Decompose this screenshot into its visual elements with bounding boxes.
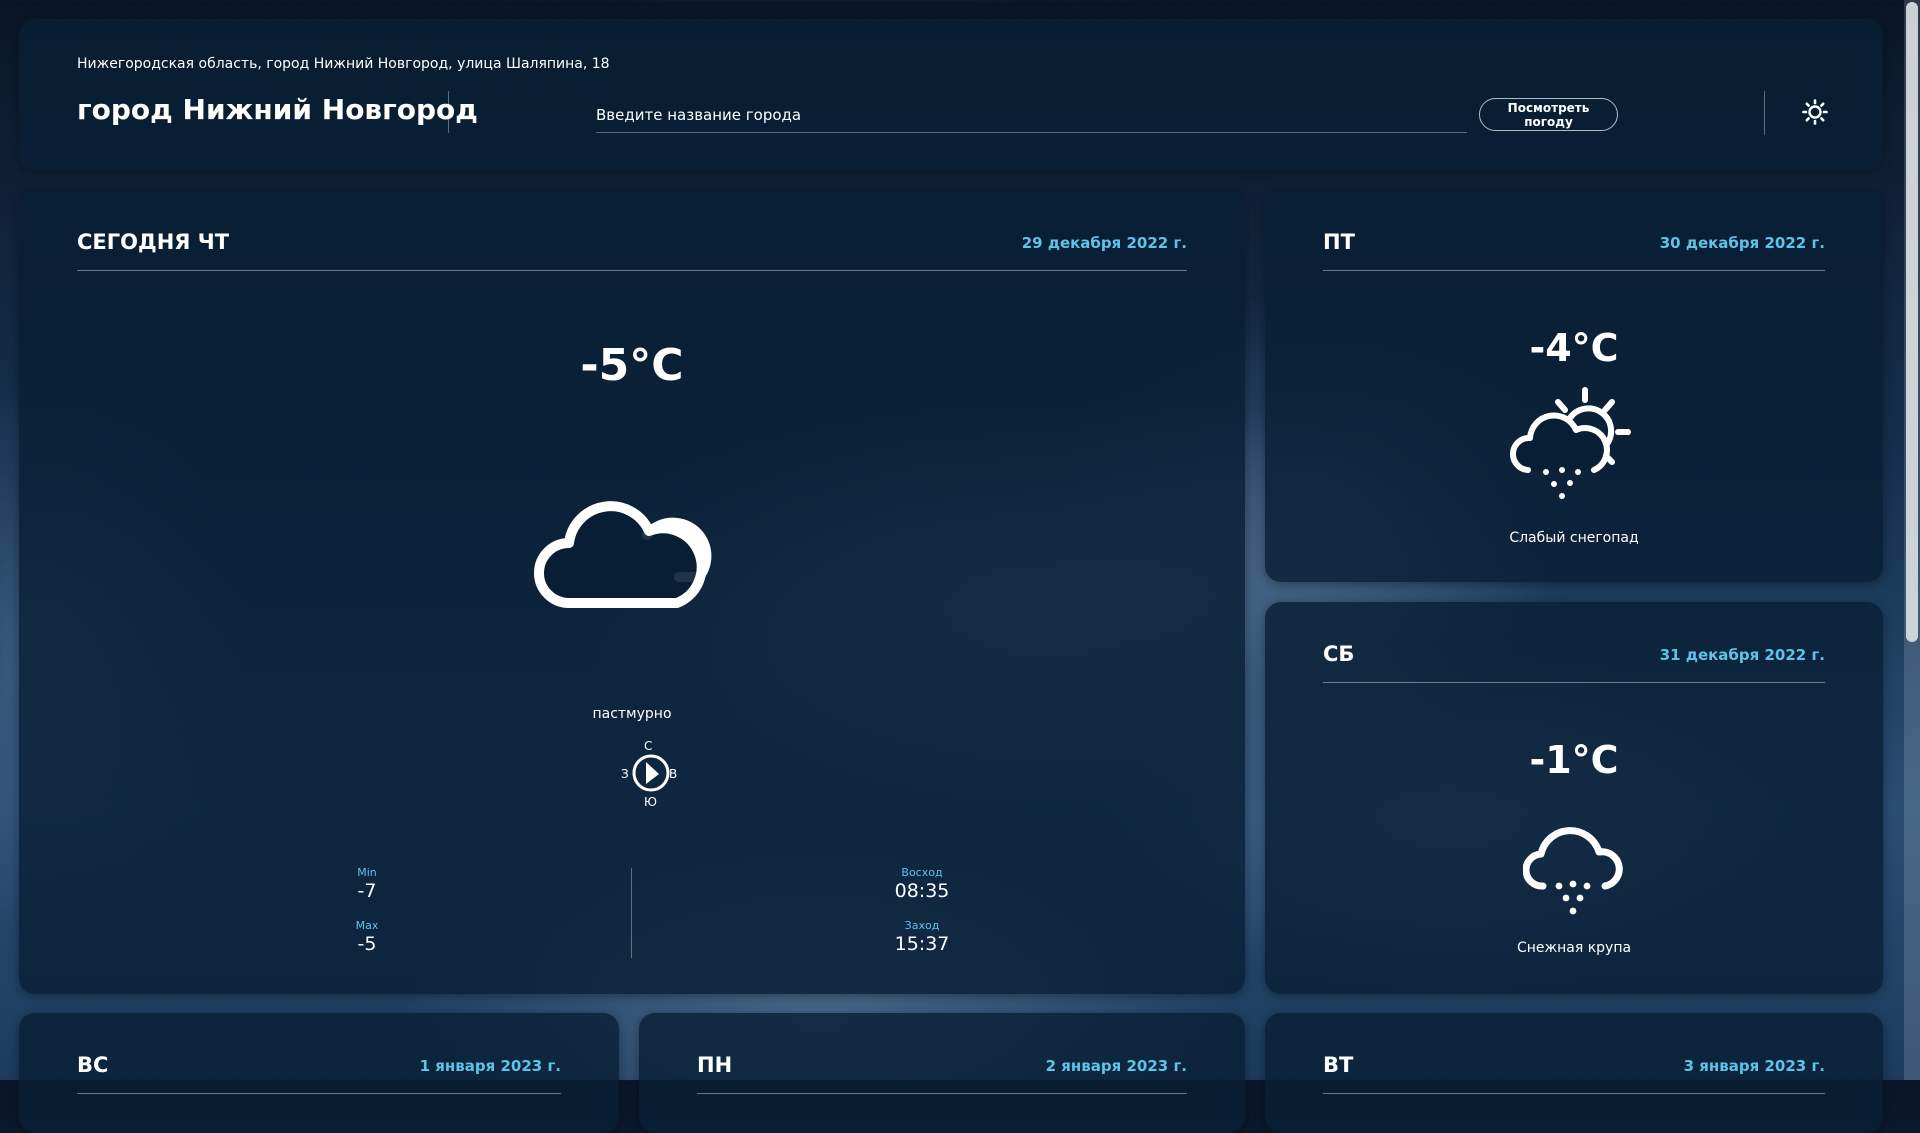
sunset-label: Заход: [904, 919, 940, 932]
view-weather-button[interactable]: Посмотреть погоду: [1479, 98, 1618, 131]
day-name: ВС: [77, 1053, 109, 1077]
day-name: ПТ: [1323, 230, 1355, 254]
card-header: ПТ 30 декабря 2022 г.: [1323, 230, 1825, 271]
divider: [448, 91, 449, 133]
wind-compass: С Ю З В: [601, 739, 697, 809]
forecast-temperature: -4°C: [1529, 326, 1619, 370]
compass-north: С: [644, 739, 653, 753]
card-header: СЕГОДНЯ ЧТ 29 декабря 2022 г.: [77, 230, 1187, 271]
forecast-temperature: -1°C: [1529, 738, 1619, 782]
compass-south: Ю: [644, 795, 657, 809]
day-date: 3 января 2023 г.: [1683, 1057, 1825, 1075]
current-temperature: -5°C: [580, 340, 684, 391]
scrollbar-thumb[interactable]: [1906, 2, 1918, 642]
header-panel: Нижегородская область, город Нижний Новг…: [19, 19, 1883, 171]
min-label: Min: [357, 866, 377, 879]
card-header: ВС 1 января 2023 г.: [77, 1053, 561, 1094]
day-date: 31 декабря 2022 г.: [1659, 646, 1825, 664]
max-label: Max: [355, 919, 379, 932]
card-header: ПН 2 января 2023 г.: [697, 1053, 1187, 1094]
city-search-input[interactable]: [596, 98, 1467, 133]
weather-description: пастмурно: [592, 706, 672, 722]
address-text: Нижегородская область, город Нижний Новг…: [77, 56, 610, 72]
card-header: СБ 31 декабря 2022 г.: [1323, 642, 1825, 683]
cloudy-icon: [534, 501, 712, 608]
day-name: СЕГОДНЯ ЧТ: [77, 230, 230, 254]
forecast-card-tue: ВТ 3 января 2023 г.: [1265, 1013, 1883, 1133]
sunrise-value: 08:35: [894, 880, 950, 902]
day-name: ВТ: [1323, 1053, 1354, 1077]
day-name: СБ: [1323, 642, 1355, 666]
forecast-card-mon: ПН 2 января 2023 г.: [639, 1013, 1245, 1133]
forecast-card-sat: СБ 31 декабря 2022 г. -1°C Снежная крупа: [1265, 602, 1883, 994]
wind-direction-icon: [632, 754, 670, 792]
divider: [1764, 91, 1765, 135]
sunrise-label: Восход: [901, 866, 943, 879]
city-title: город Нижний Новгород: [77, 93, 478, 126]
page-scrollbar[interactable]: [1904, 0, 1920, 1080]
forecast-card-sun: ВС 1 января 2023 г.: [19, 1013, 619, 1133]
card-header: ВТ 3 января 2023 г.: [1323, 1053, 1825, 1094]
day-name: ПН: [697, 1053, 733, 1077]
forecast-description: Снежная крупа: [1516, 940, 1632, 956]
snow-cloud-icon: [1523, 827, 1623, 915]
today-card: СЕГОДНЯ ЧТ 29 декабря 2022 г. -5°C пастм…: [19, 190, 1245, 994]
day-date: 1 января 2023 г.: [419, 1057, 561, 1075]
forecast-card-fri: ПТ 30 декабря 2022 г. -4°C Слабый снегоп…: [1265, 190, 1883, 582]
forecast-description: Слабый снегопад: [1509, 530, 1639, 546]
theme-toggle-button[interactable]: [1802, 99, 1828, 125]
sun-icon: [1802, 99, 1828, 125]
max-value: -5: [357, 933, 377, 955]
partly-cloudy-snow-icon: [1510, 387, 1631, 499]
divider: [631, 868, 632, 958]
day-date: 2 января 2023 г.: [1045, 1057, 1187, 1075]
day-date: 30 декабря 2022 г.: [1659, 234, 1825, 252]
sunset-value: 15:37: [894, 933, 950, 955]
day-date: 29 декабря 2022 г.: [1021, 234, 1187, 252]
compass-west: З: [621, 767, 629, 781]
min-value: -7: [357, 880, 377, 902]
